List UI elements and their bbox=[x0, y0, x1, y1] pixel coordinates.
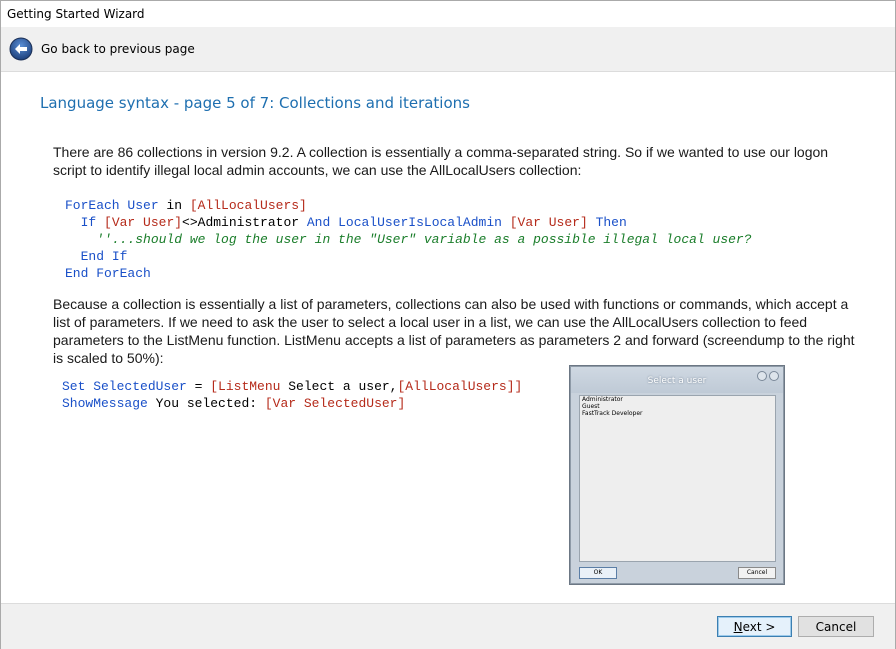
intro-paragraph: There are 86 collections in version 9.2.… bbox=[53, 144, 829, 178]
select-user-screenshot: Select a user Administrator Guest FastTr… bbox=[570, 366, 784, 584]
code-line: Set SelectedUser = [ListMenu Select a us… bbox=[62, 379, 523, 394]
title-bar: Getting Started Wizard bbox=[1, 1, 895, 27]
next-button[interactable]: Next > bbox=[717, 616, 792, 637]
list-item: Guest bbox=[582, 403, 600, 410]
dialog-ok-button: OK bbox=[579, 567, 617, 579]
window-title: Getting Started Wizard bbox=[7, 7, 145, 21]
list-item: FastTrack Developer bbox=[582, 410, 643, 417]
user-listbox: Administrator Guest FastTrack Developer bbox=[579, 395, 776, 562]
collections-paragraph: Because a collection is essentially a li… bbox=[53, 296, 855, 366]
back-arrow-icon[interactable] bbox=[9, 37, 33, 61]
code-block-foreach: ForEach User in [AllLocalUsers] If [Var … bbox=[65, 197, 752, 282]
back-link[interactable]: Go back to previous page bbox=[41, 42, 195, 56]
wizard-window: Getting Started Wizard Go back to previo… bbox=[0, 0, 896, 649]
close-icon bbox=[769, 371, 779, 381]
code-line: If [Var User]<>Administrator And LocalUs… bbox=[80, 215, 627, 230]
list-item: Administrator bbox=[582, 396, 623, 403]
code-line: End ForEach bbox=[65, 266, 151, 281]
navigation-bar: Go back to previous page bbox=[1, 27, 895, 72]
code-line: ''...should we log the user in the "User… bbox=[96, 232, 752, 247]
footer-bar: Next > Cancel bbox=[1, 603, 895, 649]
dialog-title-bar: Select a user bbox=[571, 367, 783, 393]
page-title: Language syntax - page 5 of 7: Collectio… bbox=[40, 94, 470, 112]
dialog-title: Select a user bbox=[647, 376, 707, 386]
dialog-cancel-button: Cancel bbox=[738, 567, 776, 579]
code-line: End If bbox=[80, 249, 128, 264]
code-line: ShowMessage You selected: [Var SelectedU… bbox=[62, 396, 406, 411]
code-block-listmenu: Set SelectedUser = [ListMenu Select a us… bbox=[62, 378, 522, 412]
minimize-icon bbox=[757, 371, 767, 381]
code-line: ForEach User in [AllLocalUsers] bbox=[65, 198, 307, 213]
cancel-button[interactable]: Cancel bbox=[798, 616, 874, 637]
